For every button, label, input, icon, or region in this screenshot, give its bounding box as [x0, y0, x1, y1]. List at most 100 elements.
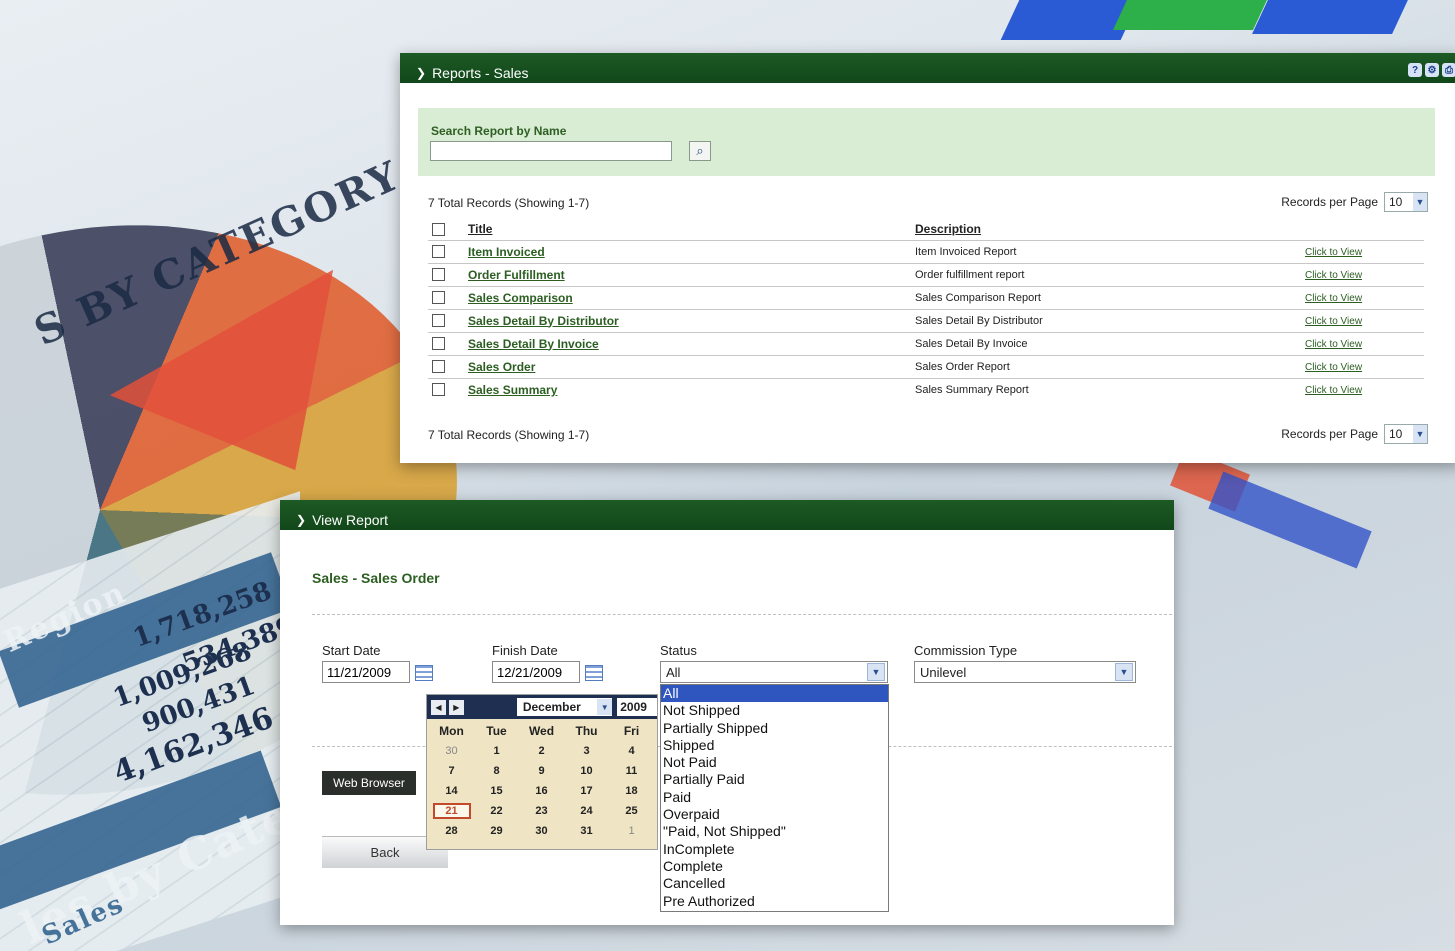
status-option[interactable]: Overpaid [661, 806, 888, 823]
calendar-day[interactable]: 30 [519, 821, 564, 841]
status-option[interactable]: Complete [661, 858, 888, 875]
settings-icon[interactable]: ⚙ [1425, 63, 1439, 77]
report-description: Sales Detail By Invoice [915, 331, 1305, 355]
month-select[interactable]: December ▼ [516, 698, 613, 716]
calendar-day[interactable]: 8 [474, 761, 519, 781]
click-to-view-link[interactable]: Click to View [1305, 293, 1362, 304]
click-to-view-link[interactable]: Click to View [1305, 316, 1362, 327]
report-title-link[interactable]: Order Fulfillment [468, 268, 565, 282]
calendar-day[interactable]: 22 [474, 801, 519, 821]
calendar-day[interactable]: 15 [474, 781, 519, 801]
select-all-checkbox[interactable] [432, 222, 445, 236]
calendar-day[interactable]: 31 [564, 821, 609, 841]
header-icons: ? ⚙ ⎙ [1408, 63, 1455, 77]
weekday-label: Thu [575, 724, 598, 738]
status-option[interactable]: All [661, 685, 888, 703]
row-checkbox[interactable] [432, 268, 445, 281]
row-checkbox[interactable] [432, 245, 445, 258]
calendar-day[interactable]: 14 [429, 781, 474, 801]
table-row: Sales Detail By Invoice Sales Detail By I… [428, 331, 1424, 355]
start-date-input[interactable] [322, 661, 410, 683]
print-icon[interactable]: ⎙ [1442, 63, 1455, 77]
calendar-day[interactable]: 29 [474, 821, 519, 841]
calendar-icon[interactable] [415, 665, 433, 682]
calendar-day[interactable]: 24 [564, 801, 609, 821]
status-option[interactable]: Partially Shipped [661, 720, 888, 737]
records-per-page-select[interactable]: 10 ▼ [1384, 424, 1428, 444]
report-title-link[interactable]: Sales Detail By Distributor [468, 314, 619, 328]
calendar-day[interactable]: 11 [609, 761, 654, 781]
calendar-day[interactable]: 23 [519, 801, 564, 821]
calendar-day[interactable]: 10 [564, 761, 609, 781]
click-to-view-link[interactable]: Click to View [1305, 339, 1362, 350]
calendar-day[interactable]: 4 [609, 741, 654, 761]
year-select[interactable]: 2009 [617, 698, 657, 716]
status-option[interactable]: Partially Paid [661, 771, 888, 788]
chevron-right-icon: ❯ [296, 512, 307, 527]
records-per-page-select[interactable]: 10 ▼ [1384, 192, 1428, 212]
help-icon[interactable]: ? [1408, 63, 1422, 77]
background-bar [1252, 0, 1408, 34]
status-field: Status All ▼ [660, 643, 888, 683]
calendar-day[interactable]: 1 [609, 821, 654, 841]
calendar-day[interactable]: 2 [519, 741, 564, 761]
report-description: Sales Comparison Report [915, 285, 1305, 309]
chevron-down-icon: ▼ [1413, 425, 1427, 443]
click-to-view-link[interactable]: Click to View [1305, 362, 1362, 373]
search-button[interactable]: ⌕ [689, 141, 711, 161]
calendar-day[interactable]: 21 [429, 801, 474, 821]
status-option[interactable]: Cancelled [661, 875, 888, 892]
calendar-week: 7 8 9 10 11 [429, 761, 654, 781]
row-checkbox[interactable] [432, 337, 445, 350]
report-title-link[interactable]: Sales Detail By Invoice [468, 337, 599, 351]
status-option[interactable]: Not Paid [661, 754, 888, 771]
prev-month-icon[interactable]: ◀ [431, 699, 446, 715]
click-to-view-link[interactable]: Click to View [1305, 270, 1362, 281]
report-title-link[interactable]: Item Invoiced [468, 245, 545, 259]
report-title-link[interactable]: Sales Comparison [468, 291, 573, 305]
row-checkbox[interactable] [432, 360, 445, 373]
next-month-icon[interactable]: ▶ [448, 699, 464, 715]
status-option[interactable]: Paid [661, 789, 888, 806]
report-title-link[interactable]: Sales Order [468, 360, 535, 374]
background-bar [1113, 0, 1267, 30]
calendar-day[interactable]: 30 [429, 741, 474, 761]
column-title[interactable]: Title [468, 220, 915, 240]
calendar-day[interactable]: 16 [519, 781, 564, 801]
status-option[interactable]: Shipped [661, 737, 888, 754]
weekday-label: Mon [439, 724, 464, 738]
status-option[interactable]: Not Shipped [661, 702, 888, 719]
row-checkbox[interactable] [432, 383, 445, 397]
calendar-day[interactable]: 25 [609, 801, 654, 821]
finish-date-input[interactable] [492, 661, 580, 683]
calendar-icon[interactable] [585, 665, 603, 682]
records-per-page-top: Records per Page 10 ▼ [1281, 192, 1428, 212]
column-description[interactable]: Description [915, 220, 1305, 240]
status-select[interactable]: All ▼ [660, 661, 888, 683]
calendar-day[interactable]: 17 [564, 781, 609, 801]
status-option[interactable]: Pre Authorized [661, 893, 888, 910]
search-report-input[interactable] [430, 141, 672, 161]
calendar-day[interactable]: 18 [609, 781, 654, 801]
chevron-down-icon: ▼ [1115, 663, 1133, 681]
calendar-day[interactable]: 9 [519, 761, 564, 781]
status-option[interactable]: "Paid, Not Shipped" [661, 823, 888, 840]
commission-type-select[interactable]: Unilevel ▼ [914, 661, 1136, 683]
calendar-day[interactable]: 7 [429, 761, 474, 781]
calendar-day[interactable]: 28 [429, 821, 474, 841]
report-title-link[interactable]: Sales Summary [468, 383, 557, 397]
chevron-down-icon: ▼ [597, 699, 613, 715]
calendar-week: 28 29 30 31 1 [429, 821, 654, 841]
click-to-view-link[interactable]: Click to View [1305, 385, 1362, 396]
calendar-day[interactable]: 1 [474, 741, 519, 761]
table-row: Order Fulfillment Order fulfillment repor… [428, 262, 1424, 286]
report-description: Sales Order Report [915, 354, 1305, 378]
row-checkbox[interactable] [432, 291, 445, 304]
click-to-view-link[interactable]: Click to View [1305, 247, 1362, 258]
table-row: Item Invoiced Item Invoiced Report Click t… [428, 239, 1424, 263]
background-bar [1208, 471, 1372, 569]
web-browser-button[interactable]: Web Browser [322, 771, 416, 795]
calendar-day[interactable]: 3 [564, 741, 609, 761]
row-checkbox[interactable] [432, 314, 445, 327]
status-option[interactable]: InComplete [661, 841, 888, 858]
